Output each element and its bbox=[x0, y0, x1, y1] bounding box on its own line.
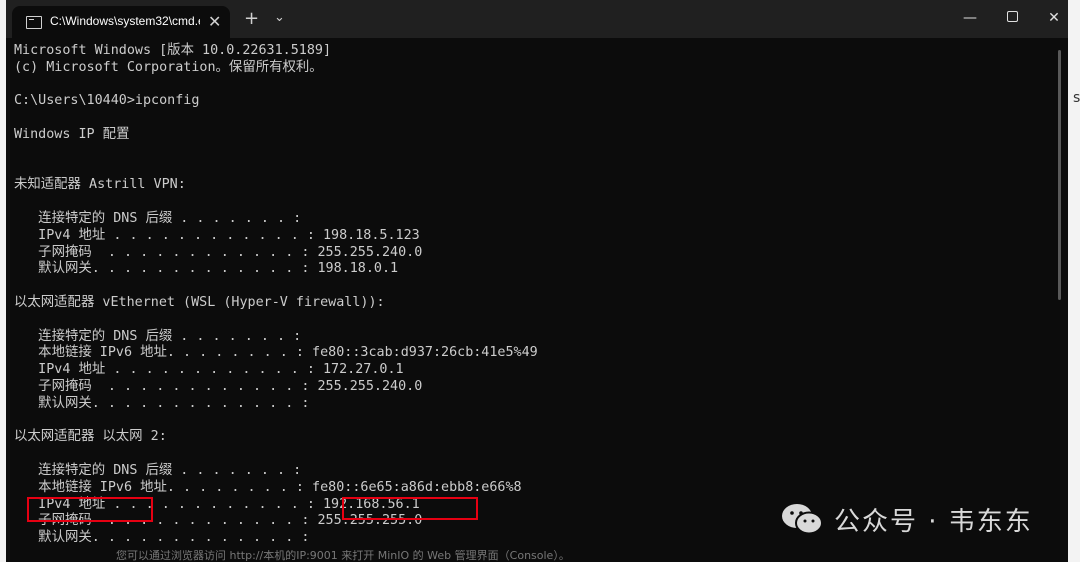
maximize-button[interactable] bbox=[992, 6, 1032, 30]
console-line: Windows IP 配置 bbox=[14, 126, 130, 142]
terminal-icon bbox=[26, 16, 42, 29]
tab-title: C:\Windows\system32\cmd.exe bbox=[50, 14, 200, 28]
console-line: 未知适配器 Astrill VPN: bbox=[14, 177, 186, 193]
console-line: Microsoft Windows [版本 10.0.22631.5189] bbox=[14, 43, 332, 58]
watermark-text: 公众号 · 韦东东 bbox=[834, 507, 1033, 537]
close-window-button[interactable]: ✕ bbox=[1034, 6, 1068, 30]
title-bar: C:\Windows\system32\cmd.exe ✕ + ⌄ — ✕ bbox=[6, 0, 1068, 38]
console-line: (c) Microsoft Corporation。保留所有权利。 bbox=[14, 59, 323, 75]
console-line: 默认网关. . . . . . . . . . . . . : bbox=[14, 395, 310, 411]
terminal-window: C:\Windows\system32\cmd.exe ✕ + ⌄ — ✕ Mi… bbox=[6, 0, 1068, 562]
console-line: 连接特定的 DNS 后缀 . . . . . . . : bbox=[14, 462, 302, 478]
chevron-down-icon[interactable]: ⌄ bbox=[274, 10, 285, 25]
highlight-ipv4-value bbox=[342, 497, 478, 520]
tab-cmd[interactable]: C:\Windows\system32\cmd.exe ✕ bbox=[12, 6, 230, 38]
console-line: 本地链接 IPv6 地址. . . . . . . . : fe80::6e65… bbox=[14, 479, 522, 495]
console-line: 连接特定的 DNS 后缀 . . . . . . . : bbox=[14, 328, 302, 344]
console-line: IPv4 地址 . . . . . . . . . . . . : 172.27… bbox=[14, 362, 404, 378]
close-tab-icon[interactable]: ✕ bbox=[208, 12, 221, 31]
console-line: 子网掩码 . . . . . . . . . . . . : 255.255.2… bbox=[14, 378, 423, 394]
new-tab-button[interactable]: + bbox=[244, 8, 259, 29]
scrollbar[interactable] bbox=[1058, 50, 1061, 300]
console-output[interactable]: Microsoft Windows [版本 10.0.22631.5189] (c… bbox=[14, 43, 1054, 547]
console-line: 连接特定的 DNS 后缀 . . . . . . . : bbox=[14, 210, 302, 226]
console-line: 以太网适配器 vEthernet (WSL (Hyper-V firewall)… bbox=[14, 294, 385, 310]
console-line: 以太网适配器 以太网 2: bbox=[14, 429, 167, 445]
cutoff-caption-text: 您可以通过浏览器访问 http://本机的IP:9001 来打开 MinIO 的… bbox=[116, 550, 570, 562]
console-line: 默认网关. . . . . . . . . . . . . : 198.18.0… bbox=[14, 261, 399, 277]
background-right-text: s bbox=[1073, 90, 1080, 106]
highlight-ipv4-label bbox=[27, 497, 153, 522]
minimize-button[interactable]: — bbox=[950, 6, 990, 30]
background-right-strip bbox=[1068, 0, 1080, 562]
console-line: 本地链接 IPv6 地址. . . . . . . . : fe80::3cab… bbox=[14, 345, 538, 361]
console-line: IPv4 地址 . . . . . . . . . . . . : 198.18… bbox=[14, 227, 420, 243]
wechat-icon bbox=[782, 504, 823, 535]
console-line: 子网掩码 . . . . . . . . . . . . : 255.255.2… bbox=[14, 244, 423, 260]
maximize-icon bbox=[1006, 11, 1018, 22]
console-line: C:\Users\10440>ipconfig bbox=[14, 93, 200, 109]
